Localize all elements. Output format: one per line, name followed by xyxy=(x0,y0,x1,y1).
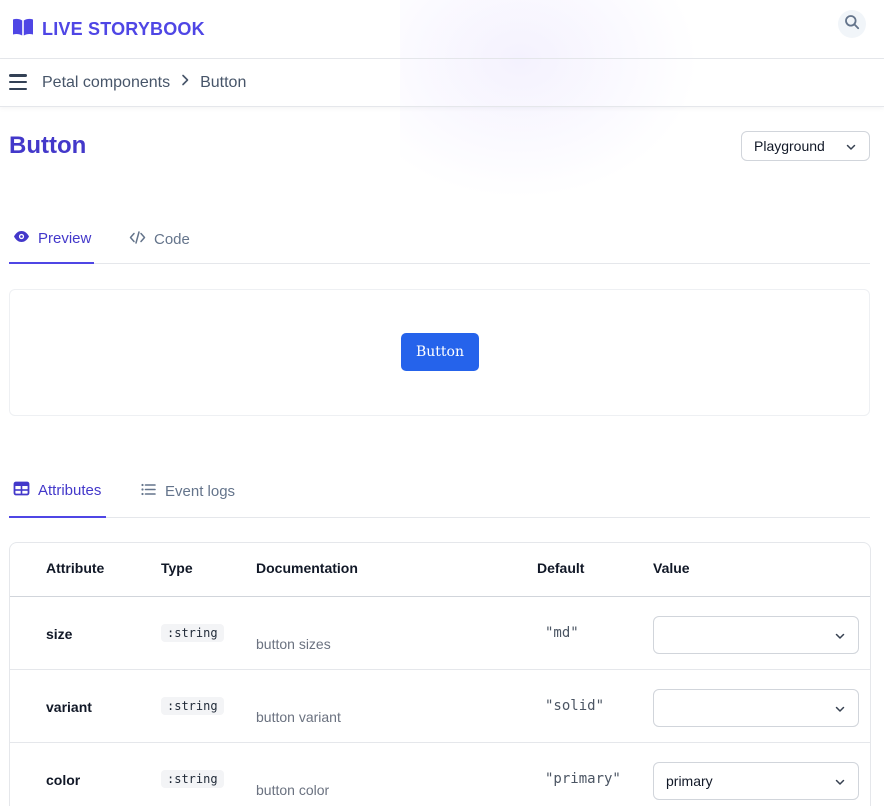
story-tabs: Preview Code xyxy=(9,215,870,264)
table-header: Attribute Type Documentation Default Val… xyxy=(10,543,870,597)
header-value: Value xyxy=(653,560,690,576)
select-value: primary xyxy=(666,773,713,789)
attribute-doc: button sizes xyxy=(256,636,331,652)
tab-attributes[interactable]: Attributes xyxy=(9,465,106,518)
attribute-type: :string xyxy=(161,697,224,715)
list-icon xyxy=(140,481,157,502)
brand[interactable]: LIVE STORYBOOK xyxy=(12,17,205,42)
attribute-name: size xyxy=(46,626,73,642)
attribute-doc: button color xyxy=(256,782,330,798)
playground-tabs: Attributes Event logs xyxy=(9,465,870,518)
app-name: LIVE STORYBOOK xyxy=(42,19,205,39)
table-row: size :string button sizes "md" xyxy=(10,597,870,670)
breadcrumb: Petal components Button xyxy=(42,73,246,92)
eye-icon xyxy=(13,228,30,249)
chevron-right-icon xyxy=(178,73,192,92)
attribute-default: "solid" xyxy=(545,698,605,714)
header-type: Type xyxy=(161,560,193,576)
attribute-default: "primary" xyxy=(545,771,621,787)
breadcrumb-item[interactable]: Petal components xyxy=(42,74,170,92)
attribute-name: variant xyxy=(46,699,92,715)
tab-code[interactable]: Code xyxy=(129,215,190,264)
variant-select[interactable] xyxy=(653,689,859,727)
code-icon xyxy=(129,229,146,250)
table-icon xyxy=(13,480,30,501)
book-open-icon xyxy=(12,17,34,42)
attribute-type: :string xyxy=(161,770,224,788)
color-select[interactable]: primary xyxy=(653,762,859,800)
top-bar: LIVE STORYBOOK xyxy=(0,0,884,59)
attributes-table: Attribute Type Documentation Default Val… xyxy=(9,542,871,806)
variation-select[interactable]: Playground xyxy=(741,131,870,161)
attribute-name: color xyxy=(46,772,81,788)
attribute-type: :string xyxy=(161,624,224,642)
header-attribute: Attribute xyxy=(46,560,105,576)
table-row: color :string button color "primary" pri… xyxy=(10,743,870,806)
search-button[interactable] xyxy=(838,10,866,38)
menu-icon[interactable] xyxy=(9,74,27,90)
tab-label: Event logs xyxy=(165,483,236,500)
search-icon xyxy=(844,14,860,35)
header-default: Default xyxy=(537,560,585,576)
preview-area: Button xyxy=(9,289,870,416)
tab-event-logs[interactable]: Event logs xyxy=(140,465,235,518)
header-documentation: Documentation xyxy=(256,560,358,576)
attribute-doc: button variant xyxy=(256,709,341,725)
tab-preview[interactable]: Preview xyxy=(9,215,94,264)
variation-select-value: Playground xyxy=(754,138,825,154)
size-select[interactable] xyxy=(653,616,859,654)
tab-label: Preview xyxy=(38,230,92,247)
breadcrumb-item[interactable]: Button xyxy=(200,74,246,92)
nav-bar: Petal components Button xyxy=(0,59,884,107)
table-row: variant :string button variant "solid" xyxy=(10,670,870,743)
page-title: Button xyxy=(9,132,87,159)
tab-label: Attributes xyxy=(38,482,102,499)
demo-button[interactable]: Button xyxy=(401,333,479,371)
attribute-default: "md" xyxy=(545,625,579,641)
tab-label: Code xyxy=(154,231,190,248)
